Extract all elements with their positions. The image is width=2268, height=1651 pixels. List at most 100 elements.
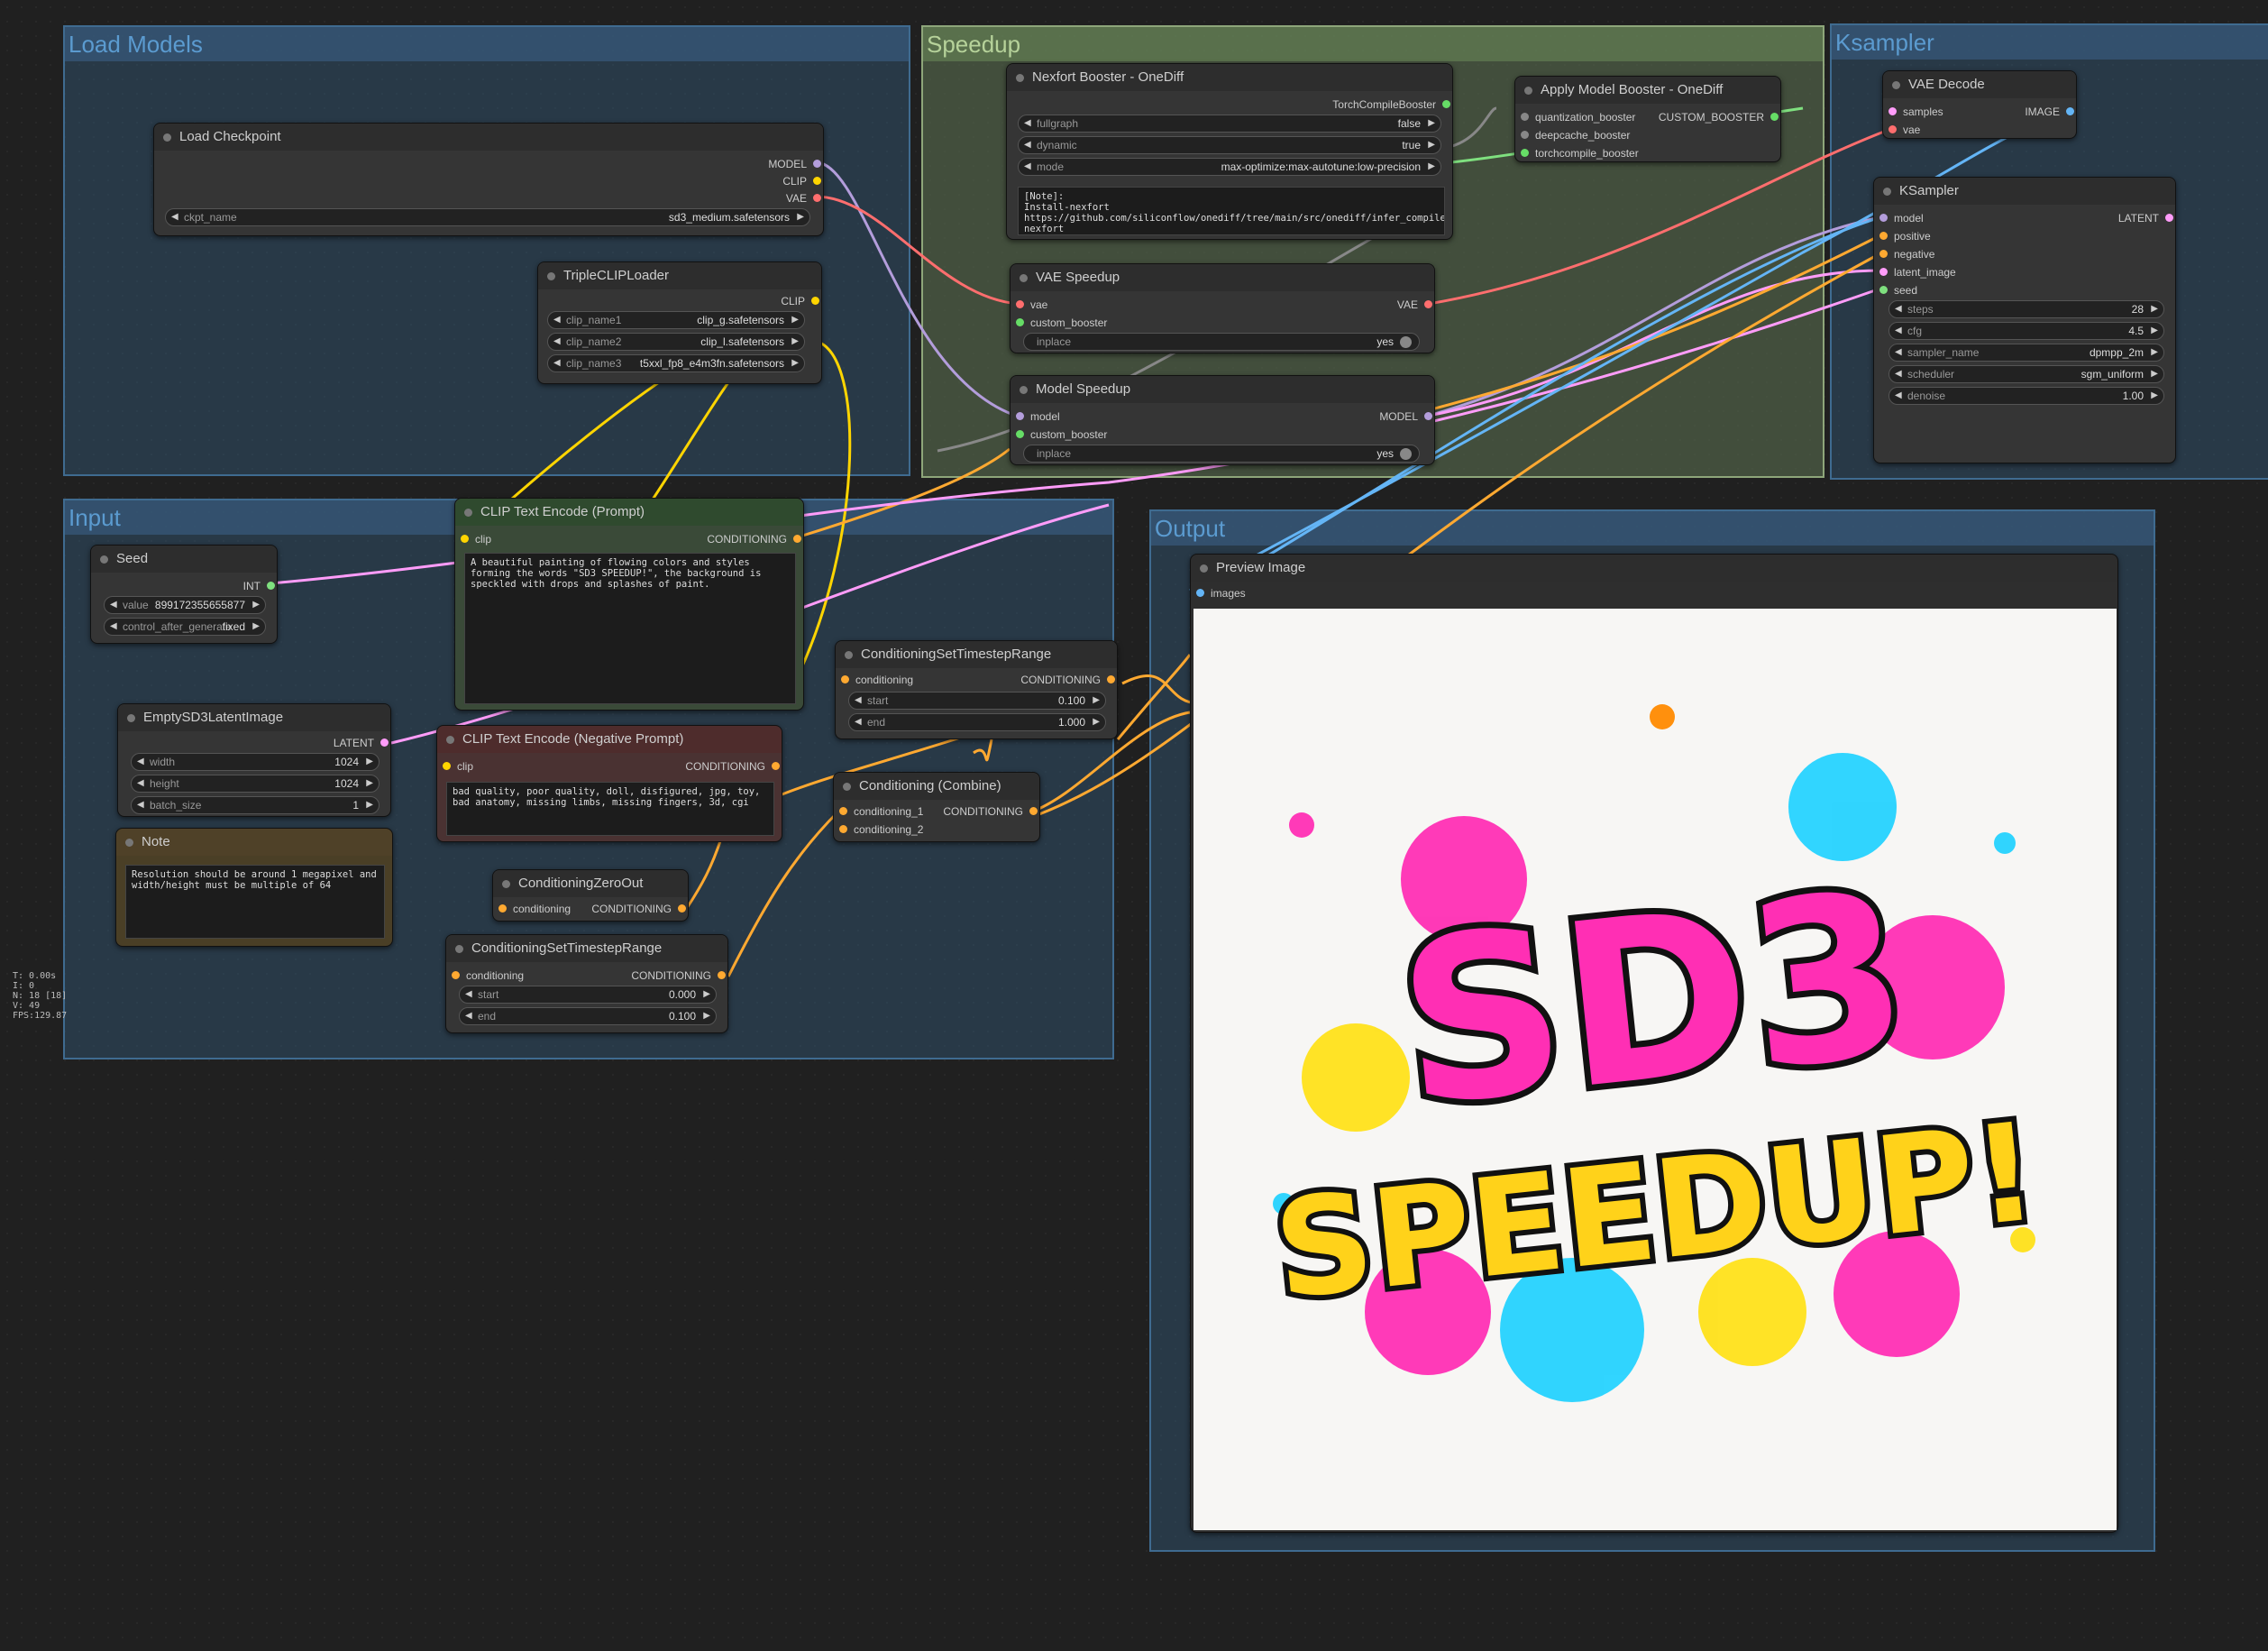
output-custom-booster[interactable]: CUSTOM_BOOSTER <box>1638 109 1780 125</box>
ksampler-node[interactable]: KSampler model positive negative latent_… <box>1873 177 2176 463</box>
cfg-number[interactable]: ◀ cfg 4.5 ▶ <box>1888 322 2164 340</box>
arrow-left-icon[interactable]: ◀ <box>1895 323 1902 339</box>
arrow-left-icon[interactable]: ◀ <box>110 597 117 613</box>
input-conditioning[interactable]: conditioning <box>839 672 913 688</box>
arrow-right-icon[interactable]: ▶ <box>703 986 710 1003</box>
arrow-left-icon[interactable]: ◀ <box>137 754 144 770</box>
node-graph-canvas[interactable]: Load Models Speedup Ksampler Input Outpu… <box>0 0 2268 1651</box>
arrow-left-icon[interactable]: ◀ <box>553 334 561 350</box>
clip-name2-select[interactable]: ◀ clip_name2 clip_l.safetensors ▶ <box>547 333 805 351</box>
output-conditioning[interactable]: CONDITIONING <box>603 968 727 984</box>
input-deepcache-booster[interactable]: deepcache_booster <box>1519 127 1630 143</box>
arrow-right-icon[interactable]: ▶ <box>1428 137 1435 153</box>
arrow-right-icon[interactable]: ▶ <box>1428 115 1435 132</box>
arrow-right-icon[interactable]: ▶ <box>1093 693 1100 709</box>
output-conditioning[interactable]: CONDITIONING <box>572 901 688 917</box>
node-title[interactable]: Load Checkpoint <box>154 124 823 151</box>
batch-size-number[interactable]: ◀ batch_size 1 ▶ <box>131 796 380 814</box>
node-title[interactable]: VAE Speedup <box>1011 264 1434 291</box>
port-dot[interactable] <box>1879 214 1888 222</box>
note-textarea[interactable]: Resolution should be around 1 megapixel … <box>125 865 385 939</box>
start-number[interactable]: ◀ start 0.100 ▶ <box>848 692 1106 710</box>
dynamic-select[interactable]: ◀ dynamic true ▶ <box>1018 136 1441 154</box>
port-dot[interactable] <box>1016 318 1024 326</box>
port-dot[interactable] <box>1442 100 1450 108</box>
clip-text-encode-negative-node[interactable]: CLIP Text Encode (Negative Prompt) clip … <box>436 725 782 842</box>
width-number[interactable]: ◀ width 1024 ▶ <box>131 753 380 771</box>
input-conditioning-1[interactable]: conditioning_1 <box>837 803 923 820</box>
port-dot[interactable] <box>813 194 821 202</box>
output-conditioning[interactable]: CONDITIONING <box>621 758 782 775</box>
denoise-number[interactable]: ◀ denoise 1.00 ▶ <box>1888 387 2164 405</box>
port-dot[interactable] <box>1016 412 1024 420</box>
scheduler-select[interactable]: ◀ scheduler sgm_uniform ▶ <box>1888 365 2164 383</box>
port-dot[interactable] <box>839 825 847 833</box>
input-custom-booster[interactable]: custom_booster <box>1014 315 1107 331</box>
start-number[interactable]: ◀ start 0.000 ▶ <box>459 986 717 1004</box>
positive-prompt-textarea[interactable]: A beautiful painting of flowing colors a… <box>464 553 796 704</box>
port-dot[interactable] <box>678 904 686 913</box>
note-node[interactable]: Note Resolution should be around 1 megap… <box>115 828 393 947</box>
port-dot[interactable] <box>380 738 389 747</box>
port-dot[interactable] <box>813 160 821 168</box>
port-dot[interactable] <box>1879 232 1888 240</box>
output-conditioning[interactable]: CONDITIONING <box>924 803 1039 820</box>
vae-decode-node[interactable]: VAE Decode samples vae IMAGE <box>1882 70 2077 139</box>
port-dot[interactable] <box>1521 131 1529 139</box>
output-clip[interactable]: CLIP <box>715 293 821 309</box>
arrow-left-icon[interactable]: ◀ <box>465 1008 472 1024</box>
port-dot[interactable] <box>1879 268 1888 276</box>
node-title[interactable]: EmptySD3LatentImage <box>118 704 390 731</box>
node-title[interactable]: CLIP Text Encode (Prompt) <box>455 499 803 526</box>
arrow-right-icon[interactable]: ▶ <box>366 775 373 792</box>
end-number[interactable]: ◀ end 1.000 ▶ <box>848 713 1106 731</box>
arrow-left-icon[interactable]: ◀ <box>553 312 561 328</box>
port-dot[interactable] <box>718 971 726 979</box>
nexfort-booster-node[interactable]: Nexfort Booster - OneDiff TorchCompileBo… <box>1006 63 1453 240</box>
inplace-toggle[interactable]: inplace yes <box>1023 445 1420 463</box>
arrow-right-icon[interactable]: ▶ <box>252 619 260 635</box>
port-dot[interactable] <box>1888 107 1897 115</box>
input-negative[interactable]: negative <box>1878 246 1934 262</box>
seed-value-number[interactable]: ◀ value 899172355655877 ▶ <box>104 596 266 614</box>
output-latent[interactable]: LATENT <box>302 735 390 751</box>
fullgraph-select[interactable]: ◀ fullgraph false ▶ <box>1018 115 1441 133</box>
arrow-right-icon[interactable]: ▶ <box>1428 159 1435 175</box>
toggle-knob[interactable] <box>1400 336 1412 348</box>
conditioning-combine-node[interactable]: Conditioning (Combine) conditioning_1 co… <box>833 772 1040 842</box>
ckpt-name-select[interactable]: ◀ ckpt_name sd3_medium.safetensors ▶ <box>165 208 810 226</box>
arrow-left-icon[interactable]: ◀ <box>1895 388 1902 404</box>
output-latent[interactable]: LATENT <box>2069 210 2175 226</box>
triple-clip-loader-node[interactable]: TripleCLIPLoader CLIP ◀ clip_name1 clip_g.… <box>537 261 822 384</box>
input-custom-booster[interactable]: custom_booster <box>1014 427 1107 443</box>
input-conditioning[interactable]: conditioning <box>450 968 524 984</box>
port-dot[interactable] <box>1424 300 1432 308</box>
port-dot[interactable] <box>793 535 801 543</box>
arrow-left-icon[interactable]: ◀ <box>1024 115 1031 132</box>
height-number[interactable]: ◀ height 1024 ▶ <box>131 775 380 793</box>
port-dot[interactable] <box>811 297 819 305</box>
sampler-name-select[interactable]: ◀ sampler_name dpmpp_2m ▶ <box>1888 344 2164 362</box>
conditioning-set-timestep-range-node[interactable]: ConditioningSetTimestepRange conditionin… <box>445 934 728 1033</box>
vae-speedup-node[interactable]: VAE Speedup vae custom_booster VAE inpla… <box>1010 263 1435 353</box>
arrow-left-icon[interactable]: ◀ <box>1895 366 1902 382</box>
port-dot[interactable] <box>2066 107 2074 115</box>
arrow-right-icon[interactable]: ▶ <box>797 209 804 225</box>
port-dot[interactable] <box>1888 125 1897 133</box>
port-dot[interactable] <box>1196 589 1204 597</box>
clip-name3-select[interactable]: ◀ clip_name3 t5xxl_fp8_e4m3fn.safetensors ▶ <box>547 354 805 372</box>
port-dot[interactable] <box>461 535 469 543</box>
arrow-right-icon[interactable]: ▶ <box>2151 344 2158 361</box>
input-torchcompile-booster[interactable]: torchcompile_booster <box>1519 145 1639 161</box>
arrow-left-icon[interactable]: ◀ <box>110 619 117 635</box>
arrow-left-icon[interactable]: ◀ <box>855 693 862 709</box>
empty-sd3-latent-image-node[interactable]: EmptySD3LatentImage LATENT ◀ width 1024 ▶ ◀… <box>117 703 391 817</box>
output-conditioning[interactable]: CONDITIONING <box>992 672 1117 688</box>
node-title[interactable]: Seed <box>91 546 277 573</box>
end-number[interactable]: ◀ end 0.100 ▶ <box>459 1007 717 1025</box>
output-vae[interactable]: VAE <box>1346 297 1434 313</box>
port-dot[interactable] <box>1879 250 1888 258</box>
output-conditioning[interactable]: CONDITIONING <box>643 531 803 547</box>
port-dot[interactable] <box>772 762 780 770</box>
node-title[interactable]: Preview Image <box>1191 555 2117 582</box>
